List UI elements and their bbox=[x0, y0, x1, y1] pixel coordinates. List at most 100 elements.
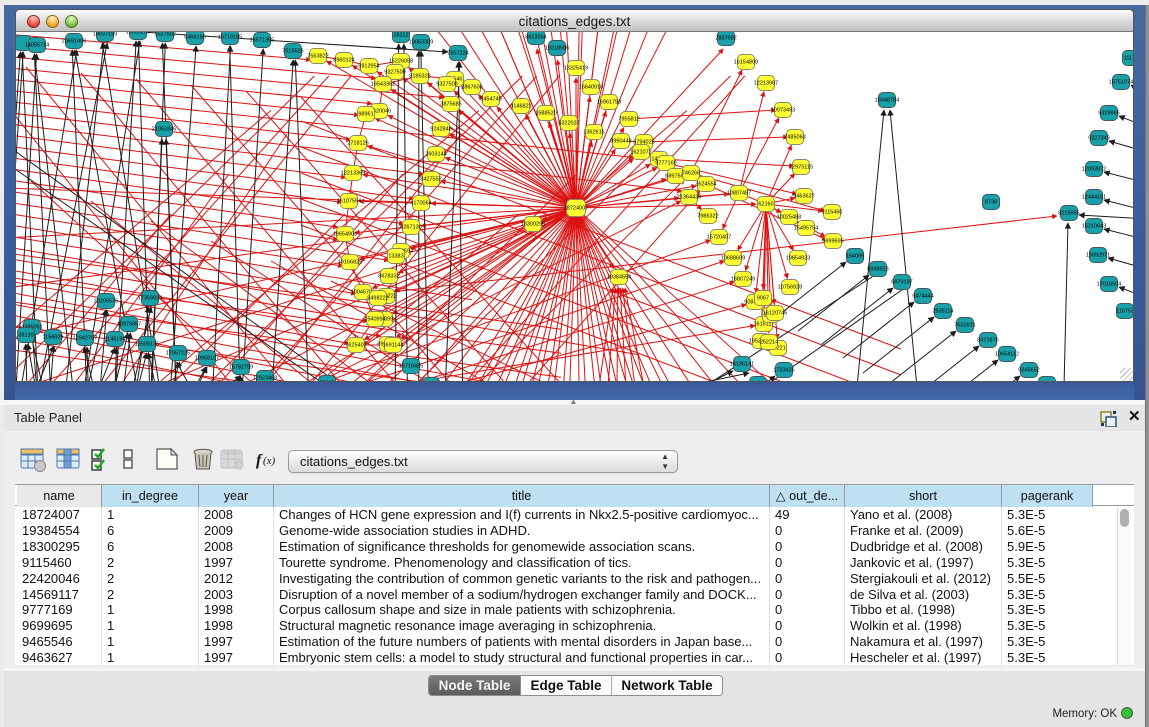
svg-text:13383: 13383 bbox=[388, 254, 403, 260]
svg-text:12213369: 12213369 bbox=[341, 171, 365, 177]
svg-text:1362615: 1362615 bbox=[583, 130, 604, 136]
svg-text:19384554: 19384554 bbox=[607, 275, 631, 281]
svg-text:7515526: 7515526 bbox=[282, 49, 303, 55]
svg-text:8960124: 8960124 bbox=[333, 58, 354, 64]
svg-text:16120746: 16120746 bbox=[763, 311, 787, 317]
svg-text:7563822: 7563822 bbox=[307, 54, 328, 60]
svg-text:10975857: 10975857 bbox=[117, 322, 141, 328]
svg-text:1527602: 1527602 bbox=[154, 32, 175, 38]
svg-text:12213967: 12213967 bbox=[754, 81, 778, 87]
svg-text:2603144: 2603144 bbox=[425, 152, 446, 158]
svg-text:9474444: 9474444 bbox=[912, 294, 933, 300]
svg-text:9327508: 9327508 bbox=[436, 82, 457, 88]
svg-text:10688609: 10688609 bbox=[721, 256, 745, 262]
svg-text:3875685: 3875685 bbox=[440, 102, 461, 108]
svg-text:116753: 116753 bbox=[1116, 309, 1134, 315]
svg-text:98961: 98961 bbox=[358, 112, 373, 118]
svg-text:8471676: 8471676 bbox=[977, 338, 998, 344]
svg-text:12093872: 12093872 bbox=[1082, 167, 1106, 173]
svg-text:1145194: 1145194 bbox=[104, 337, 125, 343]
svg-text:2837682: 2837682 bbox=[715, 36, 736, 42]
svg-text:18807249: 18807249 bbox=[731, 277, 755, 283]
svg-text:8454749: 8454749 bbox=[480, 97, 501, 103]
svg-text:9067: 9067 bbox=[757, 296, 769, 302]
svg-text:15226058: 15226058 bbox=[389, 59, 413, 65]
svg-text:7485063: 7485063 bbox=[784, 135, 805, 141]
svg-text:746266: 746266 bbox=[682, 171, 700, 177]
svg-text:1621072: 1621072 bbox=[630, 150, 651, 156]
svg-text:15716485: 15716485 bbox=[399, 364, 423, 370]
svg-text:95015: 95015 bbox=[319, 381, 334, 383]
svg-text:10719185: 10719185 bbox=[218, 35, 242, 41]
svg-text:9227349: 9227349 bbox=[1088, 136, 1109, 142]
svg-text:16154808: 16154808 bbox=[734, 60, 758, 66]
svg-text:19218506: 19218506 bbox=[545, 46, 569, 52]
svg-text:10654112: 10654112 bbox=[995, 352, 1019, 358]
svg-text:13325419: 13325419 bbox=[564, 66, 588, 72]
svg-text:5938923: 5938923 bbox=[867, 267, 888, 273]
svg-text:7632621: 7632621 bbox=[954, 323, 975, 329]
svg-text:19037199: 19037199 bbox=[93, 32, 117, 38]
svg-text:16571355: 16571355 bbox=[250, 38, 274, 44]
svg-text:10025488: 10025488 bbox=[777, 215, 801, 221]
svg-text:12444151: 12444151 bbox=[1082, 195, 1106, 201]
svg-text:17957225: 17957225 bbox=[166, 351, 190, 357]
svg-text:16782759: 16782759 bbox=[229, 365, 253, 371]
svg-text:9932: 9932 bbox=[752, 382, 764, 383]
svg-text:(x): (x) bbox=[263, 455, 276, 467]
svg-text:10653267: 10653267 bbox=[126, 32, 150, 36]
svg-text:17016504: 17016504 bbox=[1097, 282, 1121, 288]
svg-text:12975115: 12975115 bbox=[789, 165, 813, 171]
svg-text:17359924: 17359924 bbox=[138, 296, 162, 302]
svg-text:8813054: 8813054 bbox=[525, 35, 546, 41]
svg-text:7357224: 7357224 bbox=[447, 51, 468, 57]
svg-text:21364436: 21364436 bbox=[677, 195, 701, 201]
svg-text:20206576: 20206576 bbox=[94, 299, 118, 305]
svg-text:10756928: 10756928 bbox=[778, 285, 802, 291]
svg-text:7986322: 7986322 bbox=[697, 214, 718, 220]
svg-text:12942757: 12942757 bbox=[73, 336, 97, 342]
svg-text:16543362: 16543362 bbox=[371, 82, 395, 88]
svg-text:6466160: 6466160 bbox=[184, 35, 205, 41]
svg-text:10053309: 10053309 bbox=[409, 40, 433, 46]
svg-text:15495754: 15495754 bbox=[794, 226, 818, 232]
svg-text:15751074: 15751074 bbox=[1109, 80, 1133, 86]
svg-text:12505135: 12505135 bbox=[135, 342, 159, 348]
svg-text:9327509: 9327509 bbox=[384, 70, 405, 76]
svg-text:10807487: 10807487 bbox=[727, 191, 751, 197]
svg-text:2718126: 2718126 bbox=[347, 141, 368, 147]
svg-text:9245652: 9245652 bbox=[1018, 368, 1039, 374]
svg-text:8738: 8738 bbox=[985, 200, 997, 206]
svg-text:16107554: 16107554 bbox=[337, 199, 361, 205]
svg-text:8912954: 8912954 bbox=[358, 64, 379, 70]
svg-text:9242848: 9242848 bbox=[430, 127, 451, 133]
svg-text:1156829: 1156829 bbox=[42, 335, 63, 341]
svg-text:20691406: 20691406 bbox=[62, 39, 86, 45]
svg-text:16640910: 16640910 bbox=[579, 85, 603, 91]
svg-text:39139: 39139 bbox=[18, 333, 33, 339]
svg-text:15692971: 15692971 bbox=[1086, 253, 1110, 259]
svg-text:16210643: 16210643 bbox=[1082, 224, 1106, 230]
svg-text:9463627: 9463627 bbox=[793, 194, 814, 200]
svg-text:9146821: 9146821 bbox=[510, 104, 531, 110]
svg-text:252214: 252214 bbox=[760, 340, 778, 346]
svg-text:3624554: 3624554 bbox=[695, 182, 716, 188]
svg-text:10973493: 10973493 bbox=[771, 108, 795, 114]
svg-text:9699695: 9699695 bbox=[822, 239, 843, 245]
svg-text:18300295: 18300295 bbox=[521, 222, 545, 228]
svg-text:14136141: 14136141 bbox=[730, 362, 754, 368]
svg-text:1588520: 1588520 bbox=[535, 111, 556, 117]
svg-text:16961758: 16961758 bbox=[597, 100, 621, 106]
svg-text:7625402: 7625402 bbox=[345, 343, 366, 349]
svg-text:19166825: 19166825 bbox=[338, 260, 362, 266]
svg-text:19654923: 19654923 bbox=[786, 256, 810, 262]
svg-text:2935114: 2935114 bbox=[932, 309, 953, 315]
svg-text:924565: 924565 bbox=[1038, 382, 1056, 383]
svg-text:16648784: 16648784 bbox=[875, 98, 899, 104]
svg-text:8427552: 8427552 bbox=[420, 177, 441, 183]
svg-text:8186328: 8186328 bbox=[409, 74, 430, 80]
svg-text:4170064: 4170064 bbox=[410, 201, 431, 207]
svg-text:164095: 164095 bbox=[846, 254, 864, 260]
svg-text:7955812: 7955812 bbox=[618, 117, 639, 123]
svg-text:8498222: 8498222 bbox=[367, 296, 388, 302]
